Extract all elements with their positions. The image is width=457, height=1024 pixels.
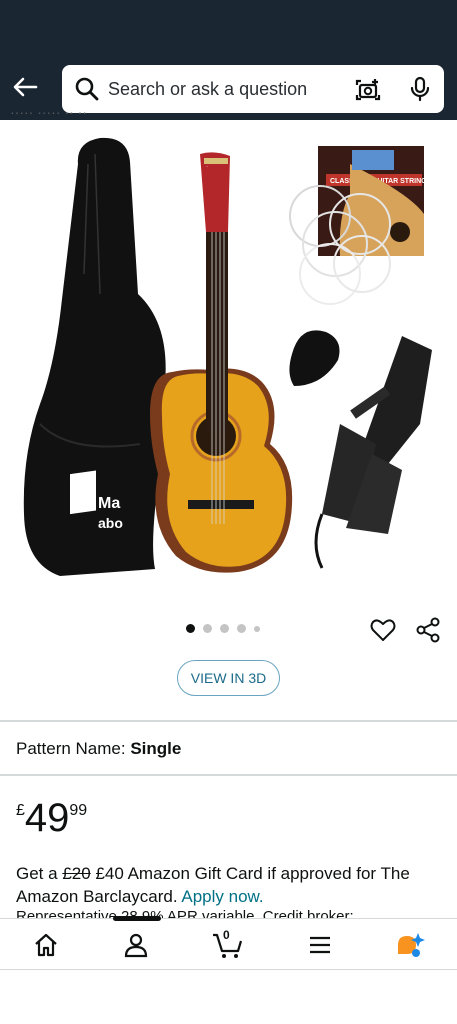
menu-icon[interactable] (306, 931, 334, 959)
ai-assistant-icon[interactable] (394, 931, 426, 959)
plectrum-image (289, 330, 340, 386)
gig-bag-image: Ma abo (23, 137, 167, 576)
carousel-dot[interactable] (186, 624, 195, 633)
search-header (0, 56, 457, 120)
microphone-icon[interactable] (406, 75, 434, 103)
nav-active-indicator (113, 916, 161, 921)
back-arrow-icon (13, 77, 38, 97)
price-currency: £ (16, 802, 25, 819)
guitar-strings-pack-image: CLASSICAL GUITAR STRINGS (289, 146, 432, 305)
home-icon[interactable] (32, 931, 60, 959)
guitar-image: · (150, 152, 293, 573)
apply-now-link[interactable]: Apply now. (181, 887, 263, 906)
clipped-text-line: ····· ····· ·· ·· (10, 112, 87, 120)
account-icon[interactable] (122, 931, 150, 959)
svg-text:Ma: Ma (98, 495, 120, 512)
carousel-dot[interactable] (220, 624, 229, 633)
svg-text:abo: abo (98, 515, 123, 531)
search-box[interactable] (62, 65, 444, 113)
carousel-dot[interactable] (203, 624, 212, 633)
image-carousel-dots (186, 624, 260, 633)
share-icon[interactable] (414, 616, 442, 644)
credit-card-promo: Get a £20 £40 Amazon Gift Card if approv… (16, 862, 446, 908)
bottom-navigation: 0 (0, 916, 457, 970)
divider (0, 774, 457, 776)
status-bar (0, 0, 457, 56)
pattern-label: Pattern Name: (16, 739, 126, 758)
carousel-dot[interactable] (237, 624, 246, 633)
price-whole: 49 (24, 796, 70, 840)
search-icon (75, 77, 99, 101)
camera-scan-icon[interactable] (354, 76, 382, 104)
price-fraction: 99 (69, 802, 88, 819)
promo-old-amount: £20 (62, 864, 91, 883)
promo-prefix: Get a (16, 864, 58, 883)
divider (0, 720, 457, 722)
promo-cut-text: Representative 28.9% APR variable. Credi… (16, 908, 354, 918)
pattern-value: Single (130, 739, 182, 758)
heart-icon[interactable] (369, 616, 397, 644)
pattern-selector[interactable]: Pattern Name: Single (16, 739, 181, 759)
cart-count: 0 (223, 928, 230, 942)
back-button[interactable] (8, 70, 42, 104)
search-input[interactable] (108, 65, 348, 113)
carousel-dot[interactable] (254, 625, 260, 632)
cart-button[interactable]: 0 (212, 928, 244, 959)
view-in-3d-button[interactable]: VIEW IN 3D (177, 660, 280, 696)
product-image[interactable]: Ma abo · CLASSICAL GUITAR STRINGS (0, 124, 457, 604)
guitar-strap-image (314, 336, 432, 569)
promo-clipped-line: Representative 28.9% APR variable. Credi… (16, 906, 446, 918)
svg-text:·: · (206, 164, 208, 170)
price: £ 49 99 (16, 798, 87, 838)
